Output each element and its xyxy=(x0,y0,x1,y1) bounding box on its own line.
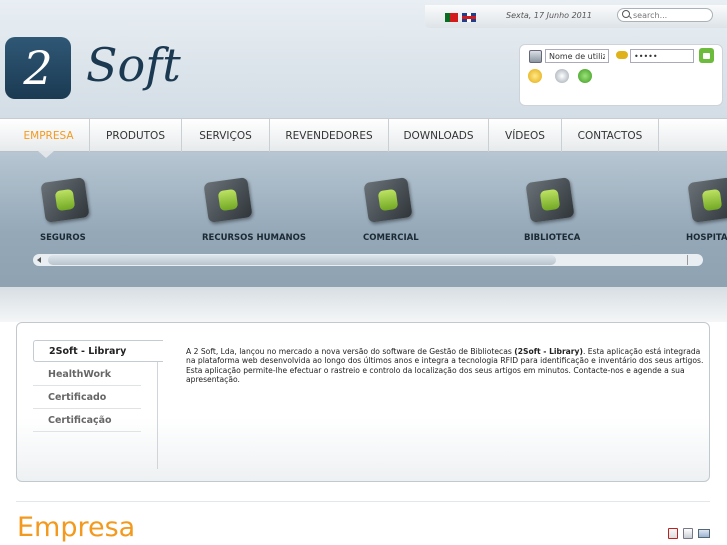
flag-uk-icon[interactable] xyxy=(462,13,476,22)
slide-label-recursos-humanos[interactable]: RECURSOS HUMANOS xyxy=(202,233,306,243)
scroll-left-icon[interactable] xyxy=(37,257,41,263)
tab-certificacao[interactable]: Certificação xyxy=(33,410,141,432)
login-button[interactable] xyxy=(699,48,714,63)
separator xyxy=(16,501,710,502)
nav-active-arrow xyxy=(38,151,54,158)
recursos-humanos-icon[interactable] xyxy=(203,177,253,223)
page-title: Empresa xyxy=(17,512,136,543)
register-icon[interactable] xyxy=(578,69,592,83)
print-icon[interactable] xyxy=(683,528,693,539)
tab-certificado[interactable]: Certificado xyxy=(33,387,141,409)
comercial-icon[interactable] xyxy=(363,177,413,223)
current-date: Sexta, 17 Junho 2011 xyxy=(506,11,592,20)
slide-label-hospitalar[interactable]: HOSPITALAR xyxy=(686,233,727,243)
forgot-password-icon[interactable] xyxy=(528,69,542,83)
nav-item-videos[interactable]: VÍDEOS xyxy=(489,119,562,152)
news-text: A 2 Soft, Lda, lançou no mercado a nova … xyxy=(186,347,708,385)
biblioteca-icon[interactable] xyxy=(525,177,575,223)
content-band xyxy=(0,287,727,322)
forgot-username-icon[interactable] xyxy=(555,69,569,83)
logo-mark[interactable]: 2 xyxy=(5,37,71,99)
tab-2soft-library[interactable]: 2Soft - Library xyxy=(33,340,163,362)
slider-scroll-thumb[interactable] xyxy=(48,255,556,265)
nav-item-revendedores[interactable]: REVENDEDORES xyxy=(270,119,389,152)
seguros-icon[interactable] xyxy=(40,177,90,223)
pdf-icon[interactable] xyxy=(668,528,678,539)
scroll-right-icon[interactable] xyxy=(687,255,688,265)
search-icon xyxy=(622,10,630,18)
nav-item-empresa[interactable]: EMPRESA xyxy=(8,119,90,152)
nav-item-produtos[interactable]: PRODUTOS xyxy=(90,119,182,152)
news-text-bold: (2Soft - Library) xyxy=(514,347,583,356)
user-icon xyxy=(529,50,542,63)
slide-label-seguros[interactable]: SEGUROS xyxy=(40,233,86,243)
slide-label-clip: HOSPITALAR xyxy=(686,233,727,245)
username-field[interactable] xyxy=(545,49,609,63)
nav-item-contactos[interactable]: CONTACTOS xyxy=(562,119,659,152)
hospitalar-icon[interactable] xyxy=(687,177,727,223)
search-input[interactable] xyxy=(617,8,713,22)
password-field[interactable] xyxy=(630,49,694,63)
slide-label-comercial[interactable]: COMERCIAL xyxy=(363,233,419,243)
key-icon xyxy=(616,51,628,59)
logo-text[interactable]: Soft xyxy=(86,38,181,92)
main-nav: EMPRESA PRODUTOS SERVIÇOS REVENDEDORES D… xyxy=(0,118,727,152)
nav-item-servicos[interactable]: SERVIÇOS xyxy=(182,119,270,152)
email-icon[interactable] xyxy=(698,529,710,538)
product-slider xyxy=(0,152,727,287)
tab-healthwork[interactable]: HealthWork xyxy=(33,364,141,386)
flag-pt-icon[interactable] xyxy=(445,13,458,22)
news-text-part1: A 2 Soft, Lda, lançou no mercado a nova … xyxy=(186,347,515,356)
slide-label-biblioteca[interactable]: BIBLIOTECA xyxy=(524,233,580,243)
nav-item-downloads[interactable]: DOWNLOADS xyxy=(389,119,489,152)
